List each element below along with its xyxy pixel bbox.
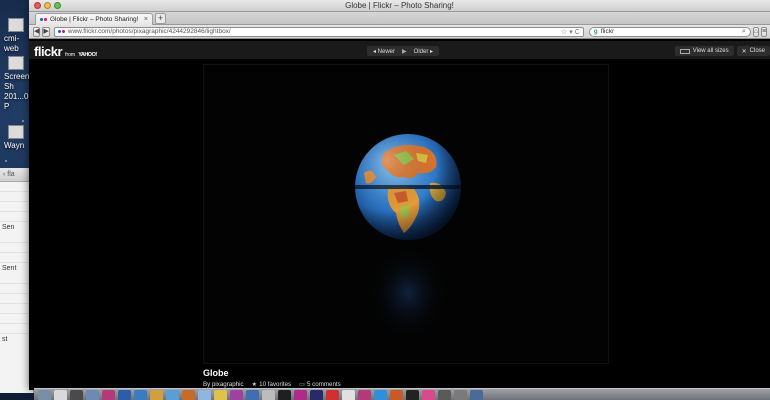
photo-owner-link[interactable]: By pixagraphic bbox=[203, 381, 244, 388]
dock-app-icon[interactable] bbox=[262, 390, 275, 400]
navigation-toolbar: ◀ ▶ www.flickr.com/photos/pixagraphic/42… bbox=[29, 25, 770, 39]
dock-app-icon[interactable] bbox=[470, 390, 483, 400]
bookmark-reload-icons[interactable]: ☆ ▾ C bbox=[561, 28, 580, 36]
comment-icon: ▭ bbox=[299, 381, 306, 388]
dock-app-icon[interactable] bbox=[294, 390, 307, 400]
dock-app-icon[interactable] bbox=[230, 390, 243, 400]
desktop-icon-wayn[interactable]: Wayn bbox=[4, 125, 30, 151]
flickr-favicon-icon bbox=[57, 30, 65, 33]
dock-app-icon[interactable] bbox=[326, 390, 339, 400]
dock-app-icon[interactable] bbox=[358, 390, 371, 400]
dock-app-icon[interactable] bbox=[246, 390, 259, 400]
desktop-icon-screenshot[interactable]: Screen Sh 201...0 P bbox=[4, 56, 30, 112]
window-title: Globe | Flickr – Photo Sharing! bbox=[345, 1, 454, 10]
comments-count[interactable]: ▭ 5 comments bbox=[299, 381, 341, 388]
dock-app-icon[interactable] bbox=[102, 390, 115, 400]
search-input[interactable]: g flickr ⌕ bbox=[588, 26, 751, 37]
tab-close-icon[interactable]: × bbox=[144, 16, 148, 23]
menu-button[interactable]: ≡ bbox=[761, 26, 768, 37]
flickr-favicon-icon bbox=[40, 18, 47, 21]
dock-app-icon[interactable] bbox=[374, 390, 387, 400]
photo-meta: By pixagraphic ★ 10 favorites ▭ 5 comments bbox=[203, 381, 341, 388]
tab-label: Globe | Flickr – Photo Sharing! bbox=[50, 16, 139, 23]
new-tab-button[interactable]: + bbox=[155, 13, 166, 24]
dock-app-icon[interactable] bbox=[54, 390, 67, 400]
older-button[interactable]: Older ▸ bbox=[414, 48, 433, 55]
photo-title: Globe bbox=[203, 368, 229, 378]
newer-button[interactable]: ◂ Newer bbox=[373, 48, 395, 55]
favorites-count[interactable]: ★ 10 favorites bbox=[252, 381, 292, 388]
home-button[interactable]: ⌂ bbox=[752, 26, 760, 37]
back-button[interactable]: ◀ bbox=[33, 26, 41, 37]
photo-pager: ◂ Newer ▶ Older ▸ bbox=[367, 46, 440, 56]
google-engine-icon[interactable]: g bbox=[594, 28, 598, 35]
dock-app-icon[interactable] bbox=[70, 390, 83, 400]
dock-app-icon[interactable] bbox=[134, 390, 147, 400]
dock-app-icon[interactable] bbox=[406, 390, 419, 400]
sizes-icon bbox=[679, 48, 690, 54]
forward-button[interactable]: ▶ bbox=[42, 26, 50, 37]
dock-app-icon[interactable] bbox=[166, 390, 179, 400]
dock-app-icon[interactable] bbox=[454, 390, 467, 400]
dock-app-icon[interactable] bbox=[198, 390, 211, 400]
lightbox-header: flickr from YAHOO! ◂ Newer ▶ Older ▸ View… bbox=[29, 41, 770, 59]
dock-app-icon[interactable] bbox=[150, 390, 163, 400]
dock-app-icon[interactable] bbox=[278, 390, 291, 400]
slideshow-play-icon[interactable]: ▶ bbox=[402, 48, 407, 55]
dock-app-icon[interactable] bbox=[118, 390, 131, 400]
document-icon bbox=[8, 18, 24, 32]
globe-image bbox=[355, 134, 461, 341]
star-icon: ★ bbox=[251, 381, 258, 388]
dock bbox=[34, 388, 770, 400]
photo-caption: Globe By pixagraphic ★ 10 favorites ▭ 5 co… bbox=[203, 368, 341, 388]
dock-app-icon[interactable] bbox=[422, 390, 435, 400]
browser-window: Globe | Flickr – Photo Sharing! Globe | … bbox=[29, 0, 770, 390]
photo-globe[interactable] bbox=[203, 64, 609, 364]
search-value: flickr bbox=[600, 28, 615, 35]
dock-app-icon[interactable] bbox=[182, 390, 195, 400]
folder-icon bbox=[8, 125, 24, 139]
tab-flickr-globe[interactable]: Globe | Flickr – Photo Sharing! × bbox=[35, 13, 153, 25]
desktop-icon-cmi[interactable]: cmi- web bbox=[4, 18, 30, 54]
dock-app-icon[interactable] bbox=[390, 390, 403, 400]
dock-app-icon[interactable] bbox=[342, 390, 355, 400]
tab-bar: Globe | Flickr – Photo Sharing! × + bbox=[29, 12, 770, 25]
dock-app-icon[interactable] bbox=[86, 390, 99, 400]
dock-app-icon[interactable] bbox=[38, 390, 51, 400]
close-icon: ✕ bbox=[741, 48, 747, 55]
dock-app-icon[interactable] bbox=[214, 390, 227, 400]
flickr-logo[interactable]: flickr from YAHOO! bbox=[34, 44, 97, 59]
address-bar[interactable]: www.flickr.com/photos/pixagraphic/424429… bbox=[53, 26, 584, 37]
dock-app-icon[interactable] bbox=[310, 390, 323, 400]
image-file-icon bbox=[8, 56, 24, 70]
search-icon[interactable]: ⌕ bbox=[742, 28, 746, 36]
dock-app-icon[interactable] bbox=[438, 390, 451, 400]
url-text: www.flickr.com/photos/pixagraphic/424429… bbox=[67, 28, 231, 35]
lightbox-actions: View all sizes ✕ Close bbox=[674, 46, 770, 56]
close-lightbox-button[interactable]: ✕ Close bbox=[736, 46, 770, 56]
window-titlebar: Globe | Flickr – Photo Sharing! bbox=[29, 0, 770, 12]
flickr-lightbox: flickr from YAHOO! ◂ Newer ▶ Older ▸ View… bbox=[29, 41, 770, 390]
view-all-sizes-button[interactable]: View all sizes bbox=[674, 46, 734, 56]
